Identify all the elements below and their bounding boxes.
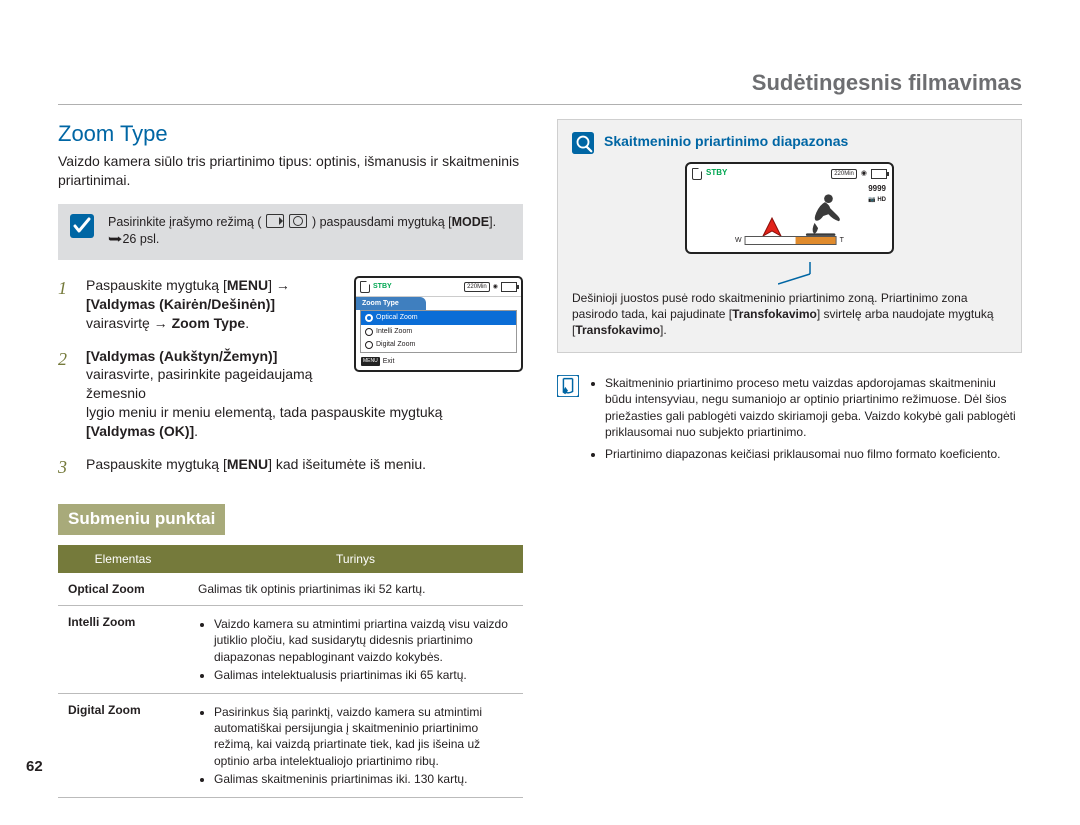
left-column: Zoom Type Vaizdo kamera siūlo tris priar… [58, 119, 523, 798]
intro-text: Vaizdo kamera siūlo tris priartinimo tip… [58, 152, 523, 190]
info-text-pre: Pasirinkite įrašymo režimą ( [108, 215, 262, 229]
check-icon [70, 214, 94, 238]
feature-title: Zoom Type [58, 119, 523, 149]
table-row: Intelli Zoom Vaizdo kamera su atmintimi … [58, 606, 523, 694]
video-mode-icon [266, 214, 284, 228]
info-q-icon [572, 132, 594, 154]
stby-label: STBY [373, 282, 392, 291]
section-title: Sudėtingesnis filmavimas [58, 68, 1022, 98]
table-row: Digital Zoom Pasirinkus šią parinktį, va… [58, 693, 523, 797]
radio-icon [365, 328, 373, 336]
mode-label: MODE [452, 215, 490, 229]
battery-icon [501, 282, 517, 292]
photo-mode-icon [289, 214, 307, 228]
rule [58, 104, 1022, 105]
skater-silhouette [798, 190, 852, 242]
prerequisite-box: Pasirinkite įrašymo režimą ( ) paspausda… [58, 204, 523, 260]
zoom-w: W [735, 236, 742, 245]
step-1: STBY 220Min ◉ Zoom Type Optical Zoom Int [58, 276, 523, 333]
right-column: Skaitmeninio priartinimo diapazonas STBY… [557, 119, 1022, 798]
stby-label: STBY [706, 168, 727, 179]
menu-item-optical: Optical Zoom [361, 311, 516, 324]
osd-zoom-thumbnail: STBY 220Min ◉ 9999📷 HD [685, 162, 894, 254]
page-ref: 26 psl. [122, 232, 159, 246]
scene-icon: ◉ [493, 283, 498, 291]
red-pointer-icon [761, 216, 783, 238]
scene-icon: ◉ [861, 169, 867, 178]
page-number: 62 [26, 757, 43, 777]
menu-tab: Zoom Type [356, 297, 426, 310]
box-title: Skaitmeninio priartinimo diapazonas [604, 132, 848, 151]
table-row: Optical Zoom Galimas tik optinis priarti… [58, 573, 523, 606]
th-content: Turinys [188, 545, 523, 573]
page-ref-arrow: ➥ [108, 231, 123, 248]
step-2: [Valdymas (Aukštyn/Žemyn)] vairasvirte, … [58, 347, 523, 441]
info-text-post: ) paspausdami mygtuką [312, 215, 445, 229]
note-icon [557, 375, 579, 397]
step-3: Paspauskite mygtuką [MENU] kad išeitumėt… [58, 455, 523, 474]
note-item: Skaitmeninio priartinimo proceso metu va… [605, 375, 1022, 440]
zoom-bar: W T [735, 236, 844, 245]
box-description: Dešinioji juostos pusė rodo skaitmeninio… [572, 290, 1007, 339]
radio-icon [365, 314, 373, 322]
note-item: Priartinimo diapazonas keičiasi priklaus… [605, 446, 1022, 462]
zoom-t: T [840, 236, 844, 245]
sd-icon [360, 281, 370, 293]
battery-icon [871, 169, 887, 179]
menu-item-intelli: Intelli Zoom [361, 325, 516, 338]
callout-line [572, 262, 1007, 286]
rec-time: 220Min [464, 282, 490, 292]
sd-icon [692, 168, 702, 180]
page: Sudėtingesnis filmavimas Zoom Type Vaizd… [0, 0, 1080, 825]
submenu-heading: Submeniu punktai [58, 504, 225, 535]
rec-time: 220Min [831, 169, 857, 179]
notes-block: Skaitmeninio priartinimo proceso metu va… [557, 375, 1022, 468]
submenu-table: Elementas Turinys Optical Zoom Galimas t… [58, 545, 523, 798]
digital-zoom-box: Skaitmeninio priartinimo diapazonas STBY… [557, 119, 1022, 354]
th-element: Elementas [58, 545, 188, 573]
